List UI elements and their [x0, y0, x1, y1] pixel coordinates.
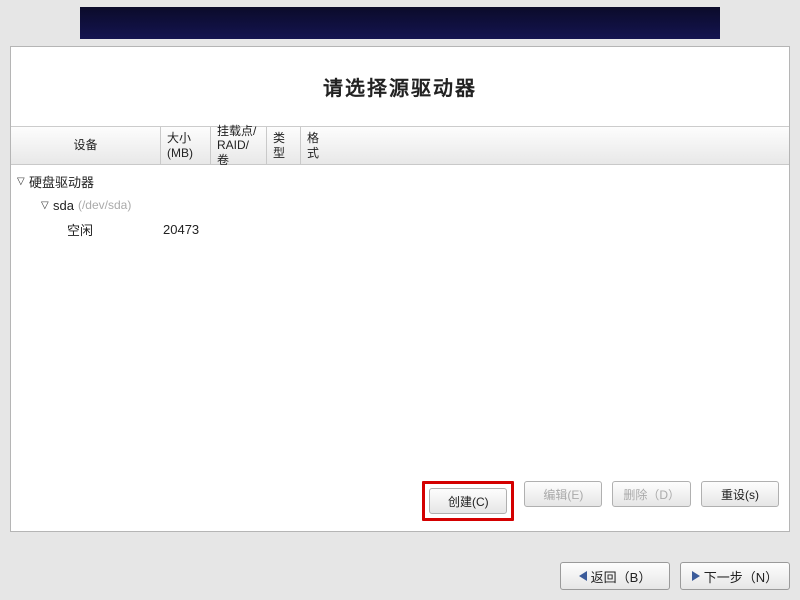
reset-button[interactable]: 重设(s): [701, 481, 779, 507]
action-row: 创建(C) 编辑(E) 删除（D） 重设(s): [21, 481, 779, 521]
top-banner: [80, 7, 720, 39]
col-header-size[interactable]: 大小 (MB): [161, 127, 211, 164]
col-header-device[interactable]: 设备: [11, 127, 161, 164]
tree-root-label: 硬盘驱动器: [29, 172, 94, 191]
col-header-size-l2: (MB): [167, 146, 193, 160]
title-area: 请选择源驱动器: [11, 47, 789, 127]
page-title: 请选择源驱动器: [323, 72, 477, 101]
col-header-mount-l1: 挂载点/: [217, 124, 256, 138]
tree-row-free[interactable]: 空闲 20473: [11, 217, 789, 241]
col-header-format[interactable]: 格式: [301, 127, 335, 164]
tree-row-drive[interactable]: ▽ sda (/dev/sda): [11, 193, 789, 217]
next-button[interactable]: 下一步（N）: [680, 562, 790, 590]
delete-button-label: 删除（D）: [623, 486, 680, 503]
back-button[interactable]: 返回（B）: [560, 562, 670, 590]
col-header-type[interactable]: 类型: [267, 127, 301, 164]
tree-free-size: 20473: [161, 222, 211, 237]
next-button-label: 下一步（N）: [704, 567, 778, 586]
table-header: 设备 大小 (MB) 挂载点/ RAID/卷 类型 格式: [11, 127, 789, 165]
back-button-label: 返回（B）: [591, 567, 652, 586]
device-tree: ▽ 硬盘驱动器 ▽ sda (/dev/sda) 空闲 20473: [11, 165, 789, 245]
col-header-size-l1: 大小: [167, 131, 191, 145]
edit-button: 编辑(E): [524, 481, 602, 507]
reset-button-label: 重设(s): [721, 486, 759, 503]
arrow-right-icon: [692, 571, 700, 581]
tree-row-root[interactable]: ▽ 硬盘驱动器: [11, 169, 789, 193]
create-button[interactable]: 创建(C): [429, 488, 507, 514]
col-header-mount-l2: RAID/卷: [217, 138, 260, 167]
delete-button: 删除（D）: [612, 481, 691, 507]
nav-row: 返回（B） 下一步（N）: [560, 562, 790, 590]
main-panel: 请选择源驱动器 设备 大小 (MB) 挂载点/ RAID/卷 类型 格式 ▽ 硬…: [10, 46, 790, 532]
tree-drive-path: (/dev/sda): [78, 198, 131, 212]
tree-free-label: 空闲: [67, 220, 93, 239]
edit-button-label: 编辑(E): [543, 486, 583, 503]
expand-icon[interactable]: ▽: [17, 176, 29, 187]
expand-icon[interactable]: ▽: [41, 200, 53, 211]
col-header-type-label: 类型: [273, 131, 294, 160]
create-highlight: 创建(C): [422, 481, 514, 521]
col-header-device-label: 设备: [73, 138, 97, 152]
arrow-left-icon: [579, 571, 587, 581]
col-header-format-label: 格式: [307, 131, 329, 160]
create-button-label: 创建(C): [448, 493, 489, 510]
col-header-mount[interactable]: 挂载点/ RAID/卷: [211, 127, 267, 164]
tree-drive-name: sda: [53, 198, 74, 213]
